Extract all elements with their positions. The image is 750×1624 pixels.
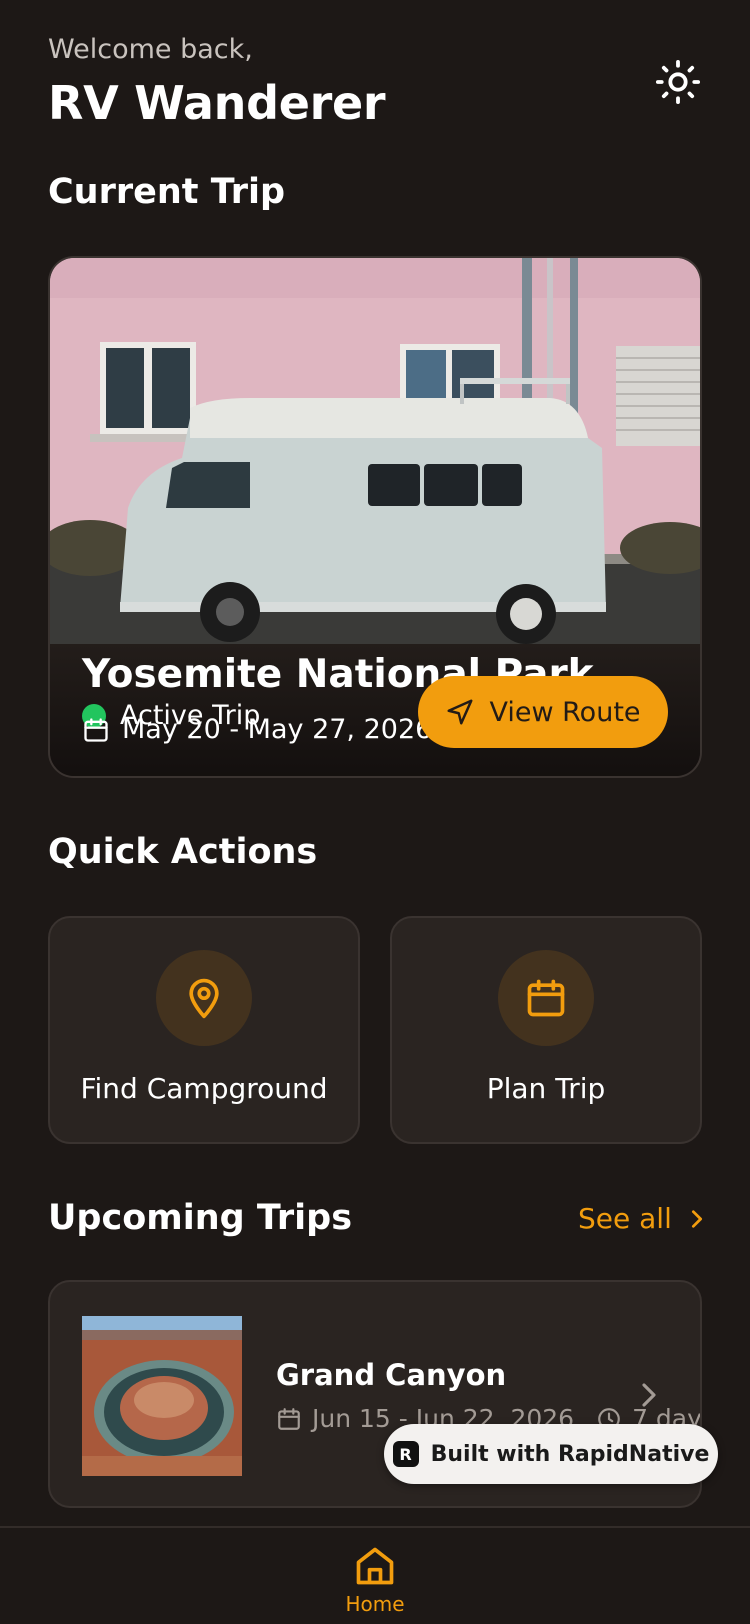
chevron-right-icon[interactable] — [634, 1380, 664, 1410]
calendar-icon — [84, 717, 108, 742]
nav-home-label: Home — [345, 1592, 405, 1616]
upcoming-trip-name: Grand Canyon — [276, 1358, 507, 1392]
welcome-text: Welcome back, — [48, 34, 253, 65]
trip-dates: May 20 - May 27, 2026 — [82, 714, 432, 745]
map-pin-icon — [189, 978, 219, 1019]
current-trip-title: Current Trip — [48, 172, 286, 212]
current-trip-card[interactable]: Yosemite National Park Active Trip May 2… — [48, 256, 702, 778]
view-route-button[interactable]: View Route — [418, 676, 668, 748]
see-all-link[interactable]: See all — [578, 1202, 708, 1235]
upcoming-trips-title: Upcoming Trips — [48, 1198, 353, 1238]
plan-trip-label: Plan Trip — [486, 1072, 606, 1105]
quick-actions-title: Quick Actions — [48, 832, 318, 872]
view-route-label: View Route — [489, 696, 641, 728]
bottom-navigation: Home — [0, 1526, 750, 1624]
see-all-label: See all — [578, 1202, 672, 1235]
find-campground-card[interactable]: Find Campground — [48, 916, 360, 1144]
sun-icon — [655, 59, 701, 105]
navigation-icon — [447, 699, 473, 725]
badge-label: Built with RapidNative — [430, 1441, 710, 1467]
trip-photo — [50, 258, 700, 644]
chevron-right-icon — [691, 1209, 702, 1228]
built-with-badge[interactable]: R Built with RapidNative — [384, 1424, 718, 1484]
calendar-icon — [527, 979, 565, 1017]
home-icon — [356, 1547, 394, 1585]
calendar-icon — [278, 1407, 300, 1430]
trip-dates-label: May 20 - May 27, 2026 — [122, 714, 433, 745]
rapidnative-logo-icon: R — [392, 1441, 419, 1467]
find-campground-label: Find Campground — [80, 1072, 328, 1105]
trip-thumbnail — [82, 1316, 242, 1476]
plan-trip-card[interactable]: Plan Trip — [390, 916, 702, 1144]
nav-home-tab[interactable]: Home — [0, 1544, 750, 1616]
theme-toggle-button[interactable] — [652, 56, 704, 108]
user-name: RV Wanderer — [48, 76, 386, 130]
